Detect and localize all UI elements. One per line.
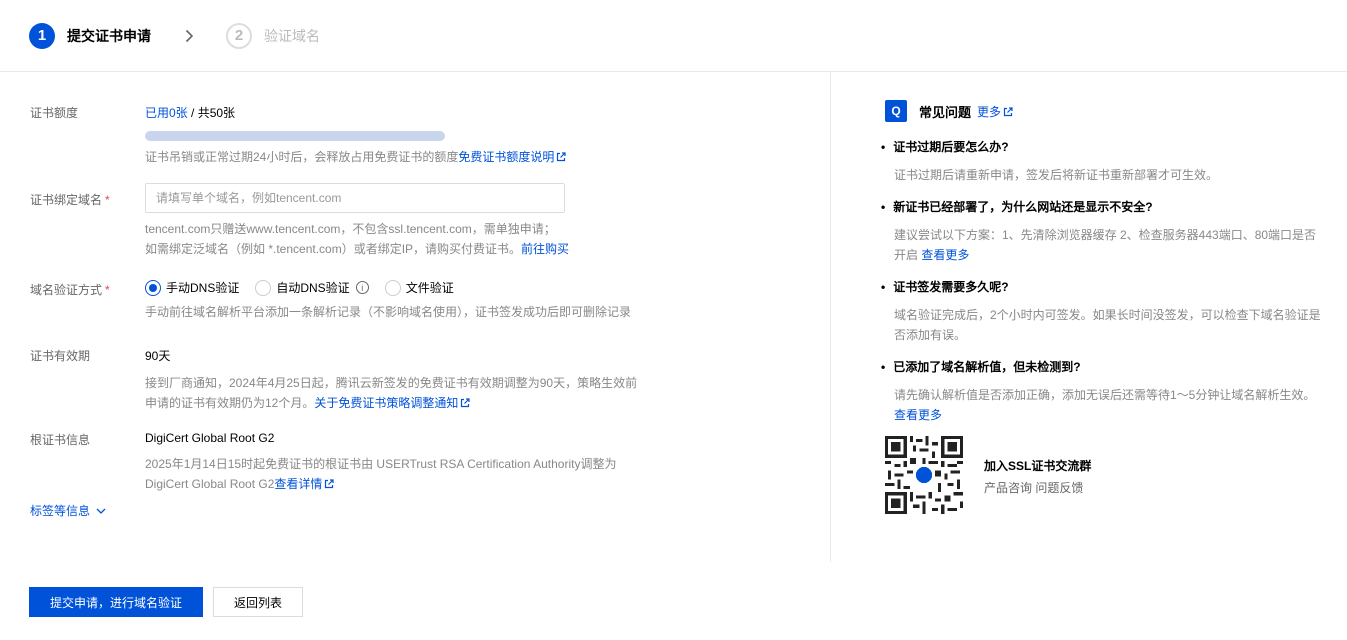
radio-selected-icon [145,279,161,296]
radio-file[interactable]: 文件验证 [384,279,454,296]
domain-help-line1: tencent.com只赠送www.tencent.com，不包含ssl.ten… [145,222,556,236]
step-1-number: 1 [29,22,55,49]
root-cert-value: DigiCert Global Root G2 [145,431,275,445]
verify-label: 域名验证方式 [30,283,103,297]
faq-see-more-link[interactable]: 查看更多 [921,248,969,262]
faq-panel: Q 常见问题 更多 证书过期后要怎么办? 证书过期后请重新申请，签发后将新证书重… [831,72,1347,562]
external-link-icon [461,398,470,408]
radio-icon [255,279,272,296]
info-icon[interactable]: i [355,281,369,294]
faq-answer: 证书过期后请重新申请，签发后将新证书重新部署才可生效。 [894,168,1219,182]
root-help-line1: 2025年1月14日15时起免费证书的根证书由 USERTrust RSA Ce… [145,457,617,471]
faq-more-link[interactable]: 更多 [977,103,1013,120]
root-cert-label: 根证书信息 [30,433,91,447]
external-link-icon [557,152,566,162]
faq-title: 常见问题 [919,104,972,120]
external-link-icon [325,479,335,489]
validity-label: 证书有效期 [30,349,91,363]
validity-value: 90天 [145,349,171,363]
step-1-label: 提交证书申请 [67,27,151,44]
quota-help-link[interactable]: 免费证书额度说明 [458,150,566,164]
quota-help: 证书吊销或正常过期24小时后，会释放占用免费证书的额度 [145,150,459,164]
verify-radio-group: 手动DNS验证 自动DNS验证 i 文件验证 [145,279,631,296]
external-link-icon [1003,106,1013,116]
policy-notice-link[interactable]: 关于免费证书策略调整通知 [314,396,470,410]
radio-icon [384,279,401,296]
faq-answer: 域名验证完成后，2个小时内可签发。如果长时间没签发，可以检查下域名验证是否添加有… [894,308,1321,342]
faq-question[interactable]: 新证书已经部署了，为什么网站还是显示不安全? [881,198,1152,215]
validity-help-line1: 接到厂商通知，2024年4月25日起，腾讯云新签发的免费证书有效期调整为90天，… [145,376,638,390]
radio-manual-dns[interactable]: 手动DNS验证 [145,279,239,296]
faq-question[interactable]: 已添加了域名解析值，但未检测到? [881,358,1080,375]
faq-icon: Q [885,100,907,122]
faq-question[interactable]: 证书过期后要怎么办? [881,138,1008,155]
tags-toggle[interactable]: 标签等信息 [30,502,106,519]
quota-progress [145,131,445,141]
radio-auto-dns[interactable]: 自动DNS验证 i [255,279,369,296]
required-mark: * [105,283,110,297]
footer-actions: 提交申请，进行域名验证 返回列表 [0,562,1347,640]
group-subtitle: 产品咨询 问题反馈 [984,481,1084,495]
steps-bar: 1 提交证书申请 2 验证域名 [0,0,1347,72]
application-form: 证书额度 已用0张 / 共50张 证书吊销或正常过期24小时后，会释放占用免费证… [0,72,831,562]
step-2-label: 验证域名 [264,27,320,44]
chevron-down-icon [96,508,106,514]
root-help-line2: DigiCert Global Root G2 [145,477,275,491]
root-details-link[interactable]: 查看详情 [274,477,335,491]
faq-question[interactable]: 证书签发需要多久呢? [881,278,1008,295]
validity-help-line2: 申请的证书有效期仍为12个月。 [145,396,315,410]
chevron-right-icon [185,29,194,42]
quota-label: 证书额度 [30,106,79,120]
step-2-number: 2 [226,22,252,49]
back-to-list-button[interactable]: 返回列表 [213,587,303,617]
submit-button[interactable]: 提交申请，进行域名验证 [29,587,203,617]
domain-help-line2: 如需绑定泛域名（例如 *.tencent.com）或者绑定IP，请购买付费证书。 [145,242,522,256]
quota-used: 已用0张 [145,106,188,120]
faq-see-more-link[interactable]: 查看更多 [894,408,942,422]
domain-input[interactable] [145,183,565,213]
group-title: 加入SSL证书交流群 [984,459,1092,473]
buy-link[interactable]: 前往购买 [521,242,569,256]
faq-answer: 请先确认解析值是否添加正确，添加无误后还需等待1～5分钟让域名解析生效。 [894,388,1316,402]
required-mark: * [105,193,110,207]
verify-help: 手动前往域名解析平台添加一条解析记录（不影响域名使用），证书签发成功后即可删除记… [145,305,632,319]
qr-code-icon [885,436,963,514]
quota-total: / 共50张 [187,106,236,120]
domain-label: 证书绑定域名 [30,193,103,207]
